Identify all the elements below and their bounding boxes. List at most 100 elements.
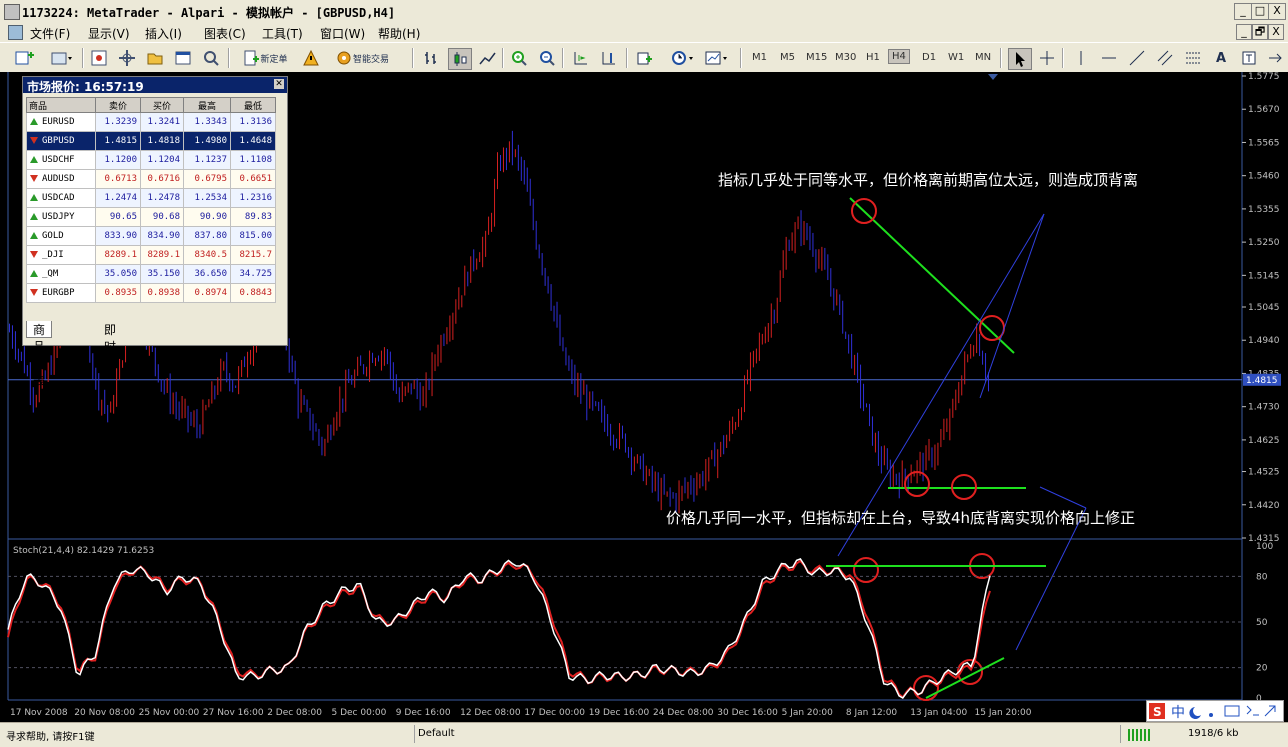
crosshair-icon[interactable]	[1036, 48, 1058, 68]
column-header-ask[interactable]: 买价	[140, 97, 184, 113]
column-header-bid[interactable]: 卖价	[95, 97, 141, 113]
minimize-button[interactable]: _	[1234, 3, 1252, 20]
ime-toolbar[interactable]: S 中	[1146, 700, 1284, 722]
menu-view[interactable]: 显示(V)	[88, 25, 130, 42]
column-header-symbol[interactable]: 商品	[26, 97, 96, 113]
time-tick-label: 19 Dec 16:00	[589, 708, 650, 718]
text-label-icon[interactable]	[1238, 48, 1260, 68]
new-chart-icon[interactable]	[10, 48, 40, 68]
inner-minimize-button[interactable]: _	[1236, 24, 1252, 40]
expert-advisors-label: 智能交易	[352, 54, 389, 65]
column-header-high[interactable]: 最高	[183, 97, 231, 113]
ime-mode-label[interactable]: 中	[1171, 705, 1185, 721]
keyboard-icon[interactable]	[1224, 705, 1240, 717]
chart-shift-marker[interactable]	[988, 74, 998, 80]
price-tick-label: 1.5565	[1248, 138, 1280, 148]
indicators-icon[interactable]	[634, 48, 662, 68]
maximize-button[interactable]: □	[1251, 3, 1269, 20]
toolbar-separator	[82, 48, 84, 68]
quote-symbol-cell: _DJI	[26, 245, 96, 265]
timeframe-m15[interactable]: M15	[806, 52, 827, 63]
quote-row[interactable]: AUDUSD 0.6713 0.6716 0.6795 0.6651	[26, 169, 276, 189]
price-tick-label: 1.5775	[1248, 72, 1280, 82]
arrow-up-icon	[30, 232, 38, 239]
market-watch-titlebar[interactable]: 市场报价: 16:57:19 ✕	[23, 77, 287, 94]
profiles-icon[interactable]	[46, 48, 76, 68]
timeframe-m1[interactable]: M1	[752, 52, 767, 63]
skin-icon[interactable]	[1246, 705, 1259, 716]
menu-insert[interactable]: 插入(I)	[145, 25, 182, 42]
toolbar-separator	[740, 48, 742, 68]
toolbar-separator	[228, 48, 230, 68]
inner-restore-button[interactable]: 🗗	[1252, 24, 1268, 40]
auto-scroll-icon[interactable]	[570, 48, 592, 68]
quote-row[interactable]: EURGBP 0.8935 0.8938 0.8974 0.8843	[26, 283, 276, 303]
tester-icon[interactable]	[200, 48, 222, 68]
templates-icon[interactable]	[702, 48, 732, 68]
column-header-low[interactable]: 最低	[230, 97, 276, 113]
timeframe-h1[interactable]: H1	[866, 52, 880, 63]
market-watch-panel[interactable]: 市场报价: 16:57:19 ✕ 商品 卖价 买价 最高 最低 EURUSD 1.…	[22, 76, 288, 388]
timeframe-d1[interactable]: D1	[922, 52, 936, 63]
connection-status-icon[interactable]	[1128, 729, 1152, 741]
quote-symbol: EURGBP	[42, 288, 75, 298]
chart-shift-icon[interactable]	[598, 48, 620, 68]
cursor-icon[interactable]	[1008, 48, 1032, 70]
chart-window-icon[interactable]	[8, 25, 23, 40]
menu-file[interactable]: 文件(F)	[30, 25, 70, 42]
line-chart-icon[interactable]	[476, 48, 498, 68]
quote-row[interactable]: GBPUSD 1.4815 1.4818 1.4980 1.4648	[26, 131, 276, 151]
vertical-line-icon[interactable]	[1070, 48, 1092, 68]
fibonacci-icon[interactable]	[1182, 48, 1204, 68]
zoom-in-icon[interactable]	[508, 48, 530, 68]
quote-row[interactable]: GOLD 833.90 834.90 837.80 815.00	[26, 226, 276, 246]
market-watch-icon[interactable]	[88, 48, 110, 68]
periods-clock-icon[interactable]	[668, 48, 698, 68]
navigator-icon[interactable]	[116, 48, 138, 68]
quote-symbol-cell: USDJPY	[26, 207, 96, 227]
timeframe-h4[interactable]: H4	[888, 49, 910, 64]
expert-advisors-button[interactable]: 智能交易	[326, 48, 398, 68]
quote-row[interactable]: _QM 35.050 35.150 36.650 34.725	[26, 264, 276, 284]
trendline-icon[interactable]	[1126, 48, 1148, 68]
punctuation-icon[interactable]	[1209, 713, 1213, 717]
moon-icon[interactable]	[1189, 707, 1201, 719]
timeframe-mn[interactable]: MN	[975, 52, 991, 63]
text-icon[interactable]: A	[1210, 48, 1232, 68]
menu-window[interactable]: 窗口(W)	[320, 25, 365, 42]
candlestick-icon[interactable]	[448, 48, 472, 70]
timeframe-w1[interactable]: W1	[948, 52, 964, 63]
close-icon[interactable]: ✕	[274, 79, 284, 89]
quote-row[interactable]: EURUSD 1.3239 1.3241 1.3343 1.3136	[26, 112, 276, 132]
quote-low-cell: 8215.7	[230, 245, 276, 265]
quote-row[interactable]: USDCHF 1.1200 1.1204 1.1237 1.1108	[26, 150, 276, 170]
inner-close-button[interactable]: X	[1268, 24, 1284, 40]
arrow-up-icon	[30, 270, 38, 277]
menu-tools[interactable]: 工具(T)	[262, 25, 303, 42]
quote-ask-cell: 8289.1	[140, 245, 184, 265]
terminal-icon[interactable]	[172, 48, 194, 68]
menu-help[interactable]: 帮助(H)	[378, 25, 420, 42]
quote-row[interactable]: _DJI 8289.1 8289.1 8340.5 8215.7	[26, 245, 276, 265]
arrows-icon[interactable]	[1264, 48, 1286, 68]
channel-icon[interactable]	[1154, 48, 1176, 68]
menu-chart[interactable]: 图表(C)	[204, 25, 246, 42]
quote-low-cell: 1.1108	[230, 150, 276, 170]
quote-bid-cell: 833.90	[95, 226, 141, 246]
quote-row[interactable]: USDCAD 1.2474 1.2478 1.2534 1.2316	[26, 188, 276, 208]
bar-chart-icon[interactable]	[420, 48, 442, 68]
tools-icon[interactable]	[1264, 705, 1276, 717]
quote-row[interactable]: USDJPY 90.65 90.68 90.90 89.83	[26, 207, 276, 227]
tab-tick-chart[interactable]: 即时图	[98, 321, 122, 371]
zoom-out-icon[interactable]	[536, 48, 558, 68]
annotation-resistance-line	[849, 197, 1015, 354]
new-order-button[interactable]: 新定单	[234, 48, 296, 68]
quote-high-cell: 1.4980	[183, 131, 231, 151]
tab-symbols[interactable]: 商品列表	[26, 321, 53, 388]
folder-icon[interactable]	[144, 48, 166, 68]
timeframe-m5[interactable]: M5	[780, 52, 795, 63]
timeframe-m30[interactable]: M30	[835, 52, 856, 63]
expert-warning-icon[interactable]	[300, 48, 322, 68]
close-button[interactable]: X	[1268, 3, 1286, 20]
horizontal-line-icon[interactable]	[1098, 48, 1120, 68]
